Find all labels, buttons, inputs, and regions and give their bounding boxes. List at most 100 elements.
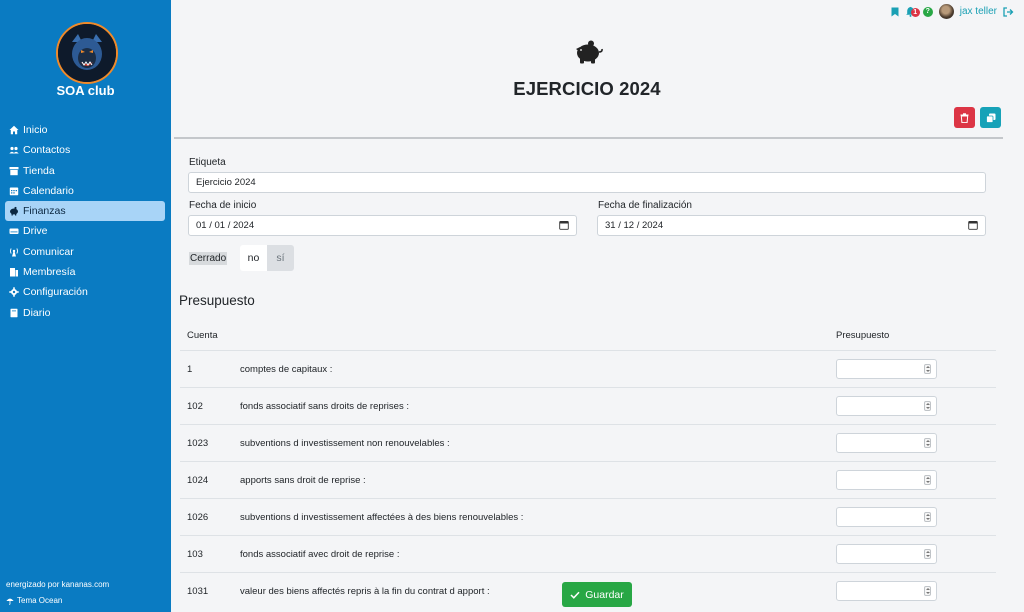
copy-icon [985, 113, 995, 123]
delete-button[interactable] [954, 107, 975, 128]
umbrella-icon [6, 598, 14, 605]
notification-count-badge: 1 [910, 7, 920, 17]
account-name: subventions d investissement affectées à… [240, 512, 524, 523]
sidebar-item-calendario[interactable]: Calendario [5, 181, 165, 201]
sidebar-item-inicio[interactable]: Inicio [5, 120, 165, 140]
sidebar-item-label: Inicio [23, 124, 48, 136]
notifications-button[interactable]: 1 [905, 6, 920, 18]
help-icon[interactable]: ? [922, 6, 933, 17]
sidebar-item-label: Diario [23, 306, 51, 319]
sidebar-item-comunicar[interactable]: Comunicar [5, 242, 165, 262]
users-icon [8, 145, 19, 156]
duplicate-button[interactable] [980, 107, 1001, 128]
sidebar-item-finanzas[interactable]: Finanzas [5, 201, 165, 222]
theme-label: Tema Ocean [17, 596, 63, 605]
powered-by-link[interactable]: energizado por kananas.com [6, 580, 109, 589]
club-name: SOA club [56, 83, 115, 98]
account-name: fonds associatif avec droit de reprise : [240, 549, 400, 560]
account-code: 102 [187, 401, 203, 412]
table-row: 1023 subventions d investissement non re… [180, 424, 996, 462]
label-input[interactable]: Ejercicio 2024 [188, 172, 986, 193]
start-date-label: Fecha de inicio [189, 200, 257, 211]
sidebar-item-label: Comunicar [23, 245, 74, 258]
sidebar-item-label: Membresía [23, 266, 76, 279]
account-name: comptes de capitaux : [240, 364, 333, 375]
start-date-input[interactable]: 01 / 01 / 2024 [188, 215, 577, 236]
calendar-icon[interactable] [968, 220, 978, 230]
closed-no-option[interactable]: no [240, 245, 267, 271]
store-icon [8, 165, 19, 176]
top-bar: 1 ? jax teller [891, 4, 1014, 19]
spinner-icon[interactable] [924, 438, 931, 448]
end-date-value: 31 / 12 / 2024 [605, 220, 664, 231]
budget-section-title: Presupuesto [179, 293, 255, 308]
save-button[interactable]: Guardar [562, 582, 632, 607]
sidebar-nav: Inicio Contactos Tienda Calendario Finan… [5, 120, 165, 323]
check-icon [570, 591, 580, 599]
budget-input[interactable] [836, 581, 937, 601]
closed-label: Cerrado [189, 252, 228, 265]
club-logo[interactable] [56, 22, 118, 84]
spinner-icon[interactable] [924, 512, 931, 522]
account-code: 1031 [187, 586, 209, 597]
sidebar-item-label: Configuración [23, 286, 88, 299]
sidebar-item-drive[interactable]: Drive [5, 221, 165, 241]
sidebar-item-label: Drive [23, 225, 48, 238]
piggy-bank-icon [8, 206, 19, 217]
book-icon [8, 307, 19, 318]
end-date-label: Fecha de finalización [598, 200, 692, 211]
save-button-label: Guardar [585, 588, 624, 601]
budget-input[interactable] [836, 396, 937, 416]
header-divider [174, 137, 1003, 139]
sidebar-item-membresia[interactable]: Membresía [5, 262, 165, 282]
account-code: 103 [187, 549, 203, 560]
home-icon [8, 125, 19, 136]
budget-input[interactable] [836, 433, 937, 453]
spinner-icon[interactable] [924, 475, 931, 485]
account-name: fonds associatif sans droits de reprises… [240, 401, 409, 412]
bookmark-icon[interactable] [891, 7, 899, 17]
sidebar-item-contactos[interactable]: Contactos [5, 140, 165, 160]
spinner-icon[interactable] [924, 401, 931, 411]
table-row: 1026 subventions d investissement affect… [180, 498, 996, 536]
account-code: 1023 [187, 438, 209, 449]
sidebar-item-configuracion[interactable]: Configuración [5, 282, 165, 302]
end-date-input[interactable]: 31 / 12 / 2024 [597, 215, 986, 236]
sidebar-item-tienda[interactable]: Tienda [5, 161, 165, 181]
start-date-value: 01 / 01 / 2024 [196, 220, 255, 231]
account-name: apports sans droit de reprise : [240, 475, 366, 486]
budget-input[interactable] [836, 544, 937, 564]
drive-icon [8, 226, 19, 237]
table-row: 1 comptes de capitaux : [180, 350, 996, 388]
budget-column-header: Presupuesto [836, 330, 890, 341]
piggy-bank-icon [576, 40, 603, 64]
calendar-icon[interactable] [559, 220, 569, 230]
account-code: 1024 [187, 475, 209, 486]
budget-input[interactable] [836, 470, 937, 490]
label-field-label: Etiqueta [189, 157, 226, 168]
budget-input[interactable] [836, 507, 937, 527]
closed-toggle: no sí [240, 245, 294, 271]
trash-icon [960, 112, 969, 123]
gear-icon [8, 287, 19, 298]
spinner-icon[interactable] [924, 549, 931, 559]
table-row: 102 fonds associatif sans droits de repr… [180, 387, 996, 425]
sidebar-item-label: Calendario [23, 184, 74, 197]
closed-yes-option[interactable]: sí [267, 245, 294, 271]
account-column-header: Cuenta [187, 330, 218, 341]
sidebar-item-label: Tienda [23, 164, 55, 177]
sidebar-item-diario[interactable]: Diario [5, 303, 165, 323]
account-name: valeur des biens affectés repris à la fi… [240, 586, 490, 597]
budget-input[interactable] [836, 359, 937, 379]
avatar[interactable] [938, 4, 954, 19]
spinner-icon[interactable] [924, 586, 931, 596]
sidebar: SOA club Inicio Contactos Tienda Calenda… [0, 0, 171, 612]
sidebar-item-label: Finanzas [23, 205, 66, 218]
theme-selector[interactable]: Tema Ocean [6, 596, 62, 605]
logout-icon[interactable] [1003, 6, 1014, 17]
calendar-icon [8, 185, 19, 196]
spinner-icon[interactable] [924, 364, 931, 374]
username-link[interactable]: jax teller [960, 6, 997, 17]
membership-icon [8, 267, 19, 278]
page-title: EJERCICIO 2024 [513, 78, 661, 99]
